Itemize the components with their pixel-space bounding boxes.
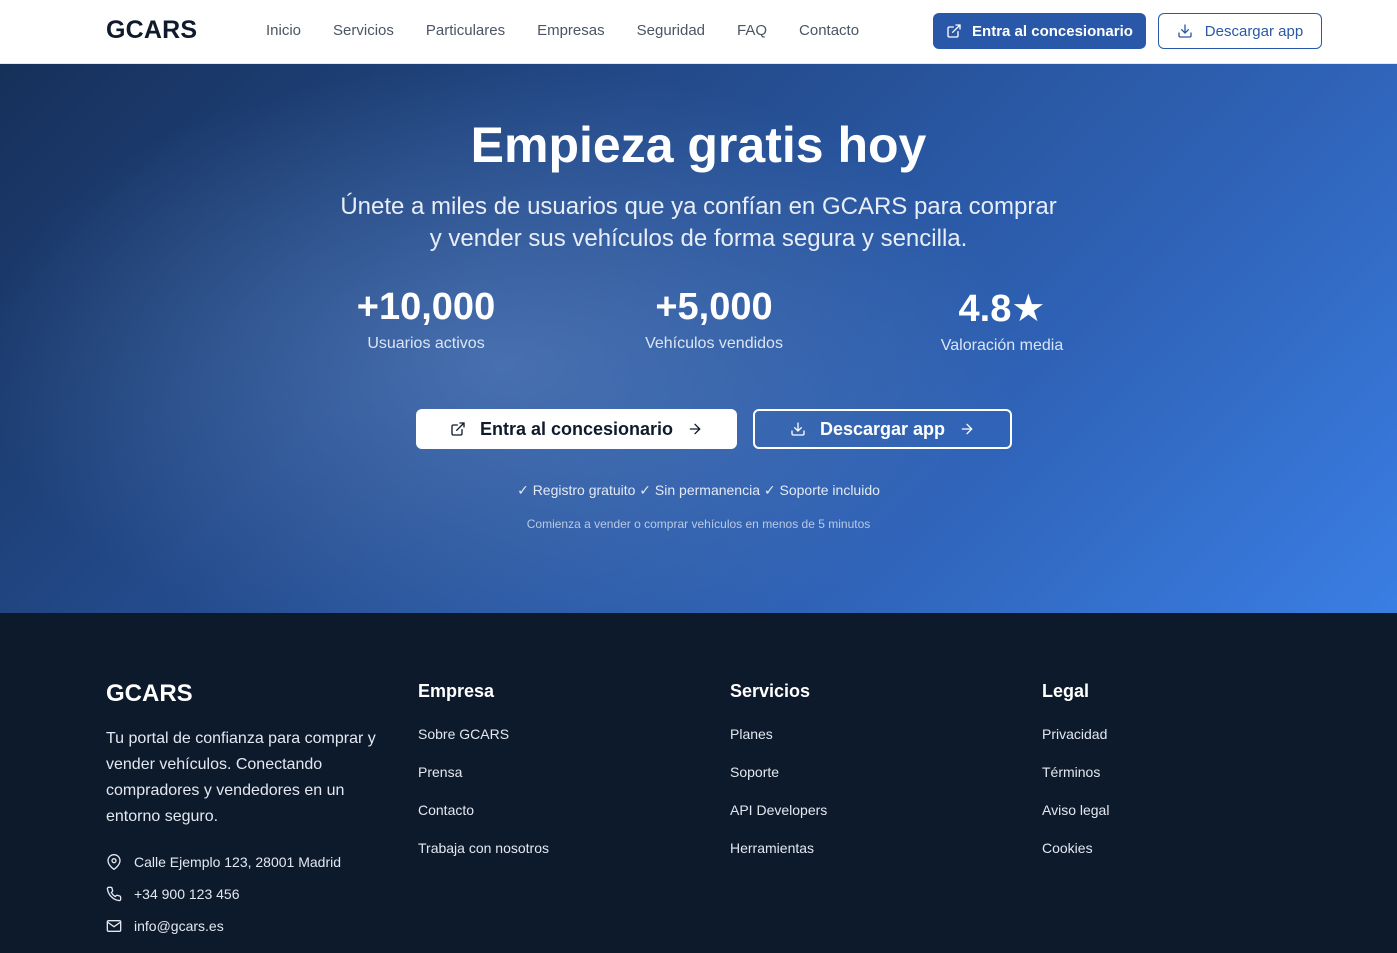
enter-dealership-button[interactable]: Entra al concesionario bbox=[933, 13, 1146, 49]
arrow-right-icon bbox=[959, 421, 975, 437]
footer-link-terminos[interactable]: Términos bbox=[1042, 764, 1109, 784]
cta-hero-section: Empieza gratis hoy Únete a miles de usua… bbox=[0, 64, 1397, 613]
hero-subtitle-line-1: Únete a miles de usuarios que ya confían… bbox=[340, 193, 1057, 220]
footer-link-trabaja[interactable]: Trabaja con nosotros bbox=[418, 840, 549, 860]
hero-enter-dealership-button[interactable]: Entra al concesionario bbox=[416, 409, 737, 449]
stat-label: Valoración media bbox=[940, 337, 1064, 354]
hero-subtitle-line-2: y vender sus vehículos de forma segura y… bbox=[429, 225, 968, 252]
hero-title: Empieza gratis hoy bbox=[470, 117, 927, 173]
footer-column-empresa: Empresa Sobre GCARS Prensa Contacto Trab… bbox=[418, 681, 549, 878]
external-link-icon bbox=[450, 421, 466, 437]
footer-phone-text: +34 900 123 456 bbox=[134, 886, 240, 902]
stat-value: +10,000 bbox=[356, 286, 496, 328]
footer-column-title: Legal bbox=[1042, 681, 1090, 701]
hero-download-app-label: Descargar app bbox=[819, 418, 946, 439]
nav-link-contacto[interactable]: Contacto bbox=[799, 22, 859, 39]
logo[interactable]: GCARS bbox=[106, 16, 197, 45]
download-app-label: Descargar app bbox=[1204, 22, 1304, 40]
nav-link-particulares[interactable]: Particulares bbox=[426, 22, 505, 39]
map-pin-icon bbox=[106, 854, 122, 870]
footer-email[interactable]: info@gcars.es bbox=[106, 918, 224, 934]
stat-vehicles-sold: +5,000 Vehículos vendidos bbox=[584, 286, 844, 353]
main-nav: Inicio Servicios Particulares Empresas S… bbox=[266, 22, 891, 39]
footer-email-text: info@gcars.es bbox=[134, 918, 224, 934]
hero-note: Comienza a vender o comprar vehículos en… bbox=[526, 517, 871, 531]
footer-link-api-developers[interactable]: API Developers bbox=[730, 802, 827, 822]
stat-value: 4.8★ bbox=[958, 288, 1046, 330]
hero-download-app-button[interactable]: Descargar app bbox=[753, 409, 1012, 449]
footer-link-privacidad[interactable]: Privacidad bbox=[1042, 726, 1109, 746]
footer-column-servicios: Servicios Planes Soporte API Developers … bbox=[730, 681, 827, 878]
footer-logo[interactable]: GCARS bbox=[106, 680, 193, 708]
stat-label: Vehículos vendidos bbox=[645, 335, 783, 352]
nav-link-faq[interactable]: FAQ bbox=[737, 22, 767, 39]
external-link-icon bbox=[946, 23, 962, 39]
stat-value: +5,000 bbox=[655, 286, 773, 328]
download-icon bbox=[1177, 23, 1193, 39]
benefits-checklist: ✓ Registro gratuito ✓ Sin permanencia ✓ … bbox=[517, 482, 880, 498]
footer-link-prensa[interactable]: Prensa bbox=[418, 764, 549, 784]
site-header: GCARS Inicio Servicios Particulares Empr… bbox=[0, 0, 1397, 64]
stat-label: Usuarios activos bbox=[367, 335, 485, 352]
nav-link-servicios[interactable]: Servicios bbox=[333, 22, 394, 39]
footer-address-text: Calle Ejemplo 123, 28001 Madrid bbox=[134, 854, 342, 870]
stat-active-users: +10,000 Usuarios activos bbox=[296, 286, 556, 353]
footer-column-title: Servicios bbox=[730, 681, 811, 701]
phone-icon bbox=[106, 886, 122, 902]
nav-link-seguridad[interactable]: Seguridad bbox=[637, 22, 705, 39]
footer-link-contacto[interactable]: Contacto bbox=[418, 802, 549, 822]
nav-link-inicio[interactable]: Inicio bbox=[266, 22, 301, 39]
footer-address: Calle Ejemplo 123, 28001 Madrid bbox=[106, 854, 341, 870]
footer-link-sobre-gcars[interactable]: Sobre GCARS bbox=[418, 726, 549, 746]
footer-phone[interactable]: +34 900 123 456 bbox=[106, 886, 240, 902]
footer-link-cookies[interactable]: Cookies bbox=[1042, 840, 1109, 860]
footer-link-herramientas[interactable]: Herramientas bbox=[730, 840, 827, 860]
footer-description: Tu portal de confianza para comprar y ve… bbox=[106, 730, 376, 825]
arrow-right-icon bbox=[687, 421, 703, 437]
mail-icon bbox=[106, 918, 122, 934]
enter-dealership-label: Entra al concesionario bbox=[972, 22, 1133, 40]
footer-link-planes[interactable]: Planes bbox=[730, 726, 827, 746]
footer-link-soporte[interactable]: Soporte bbox=[730, 764, 827, 784]
hero-enter-dealership-label: Entra al concesionario bbox=[479, 418, 674, 439]
footer-column-title: Empresa bbox=[418, 681, 495, 701]
stat-average-rating: 4.8★ Valoración media bbox=[872, 286, 1132, 355]
footer-column-legal: Legal Privacidad Términos Aviso legal Co… bbox=[1042, 681, 1109, 878]
download-icon bbox=[790, 421, 806, 437]
nav-link-empresas[interactable]: Empresas bbox=[537, 22, 605, 39]
hero-subtitle: Únete a miles de usuarios que ya confían… bbox=[0, 191, 1397, 255]
site-footer: GCARS Tu portal de confianza para compra… bbox=[0, 613, 1397, 953]
download-app-button[interactable]: Descargar app bbox=[1158, 13, 1322, 49]
footer-link-aviso-legal[interactable]: Aviso legal bbox=[1042, 802, 1109, 822]
